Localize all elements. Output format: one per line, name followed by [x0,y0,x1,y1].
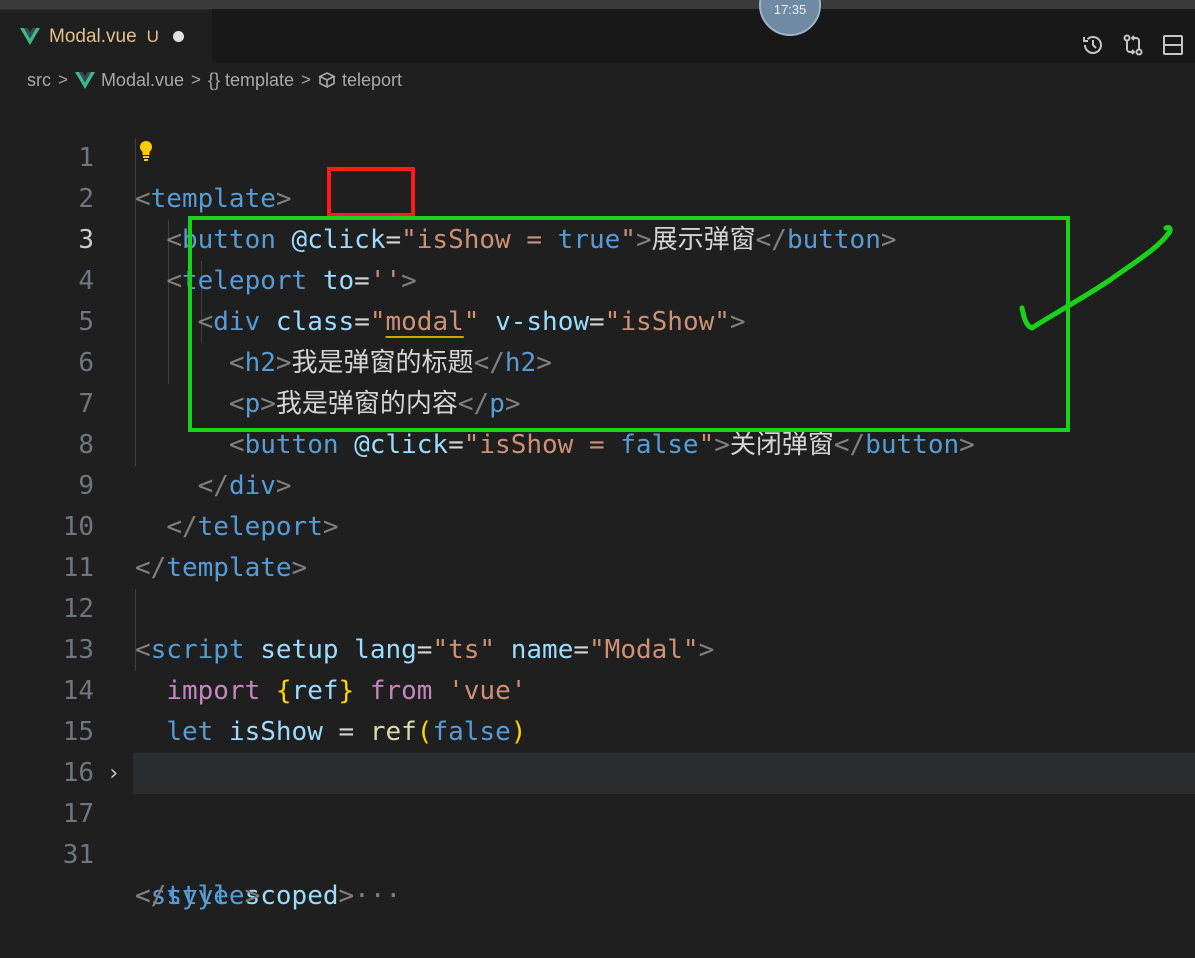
code-line[interactable]: 15 </script> [0,671,1195,788]
cube-icon [318,71,336,89]
window-top-strip [0,0,1195,9]
unsaved-dot-icon[interactable] [172,31,184,42]
code-editor[interactable]: 1 <template> 2 <button @click="isShow = … [0,97,1195,911]
breadcrumb: src > Modal.vue > {} template > teleport [0,63,1195,97]
checkmark-icon [1019,225,1173,331]
vue-icon [20,28,40,45]
chevron-right-icon: > [191,70,201,89]
breadcrumb-item-template[interactable]: template [225,70,294,91]
chevron-right-icon: > [301,70,311,89]
split-editor-icon[interactable] [1161,33,1185,57]
code-line[interactable]: 17 › <style scoped>··· [0,753,1195,911]
code-line[interactable]: 10 </template> [0,466,1195,583]
breadcrumb-item-src[interactable]: src [27,70,51,91]
editor-tab-bar: Modal.vue U [0,9,1195,63]
breadcrumb-item-teleport[interactable]: teleport [342,70,402,91]
git-status-badge: U [146,26,159,46]
tab-file-name: Modal.vue [49,25,137,47]
vue-icon [74,71,95,89]
tab-modal-vue[interactable]: Modal.vue U [0,9,212,63]
code-line[interactable]: 12 <script setup lang="ts" name="Modal"> [0,548,1195,665]
code-line[interactable]: 11 [0,507,1195,583]
code-line[interactable]: 16 [0,712,1195,788]
folded-ellipsis[interactable]: ··· [354,881,401,911]
code-line[interactable]: 31 </style> [0,794,1195,911]
red-highlight-box [327,167,415,217]
braces-icon: {} [207,69,220,90]
code-token: style [166,881,245,911]
breadcrumb-item-file[interactable]: Modal.vue [101,70,184,91]
chevron-right-icon: > [58,70,68,89]
line-number: 31 [62,840,94,870]
code-line[interactable]: 14 let isShow = ref(false) [0,630,1195,747]
code-line[interactable]: 2 <button @click="isShow = true">展示弹窗</b… [0,138,1195,255]
green-highlight-box [188,216,1070,432]
chevron-right-icon[interactable]: › [107,753,120,794]
compare-changes-icon[interactable] [1121,33,1145,57]
lightbulb-icon[interactable] [138,140,154,162]
code-line[interactable]: 3 <teleport to=''> [0,179,1195,296]
timeline-icon[interactable] [1081,33,1105,57]
code-line[interactable]: 1 <template> [0,97,1195,214]
code-line[interactable]: 13 import {ref} from 'vue' [0,589,1195,706]
